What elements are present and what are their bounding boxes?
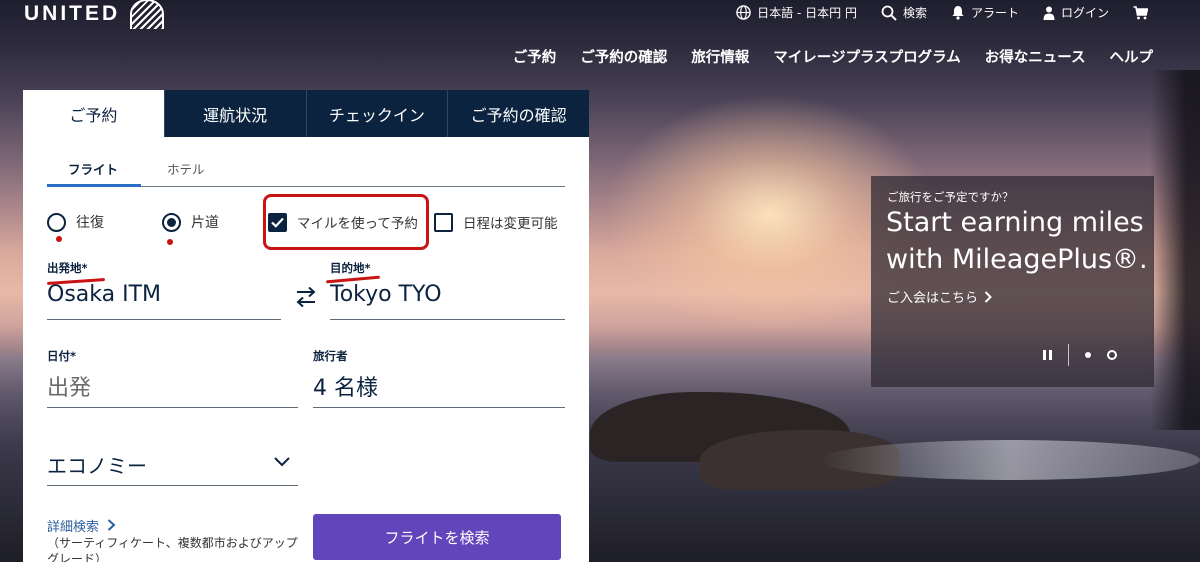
search-flights-button[interactable]: フライトを検索 [313,514,561,560]
language-selector[interactable]: 日本語 - 日本円 円 [736,4,857,21]
chevron-right-icon [984,290,992,303]
promo-headline: Start earning miles with MileagePlus®. [886,207,1148,275]
destination-field[interactable]: 目的地* Tokyo TYO [330,260,565,320]
field-underline [47,407,298,408]
tab-flight-status[interactable]: 運航状況 [163,90,306,137]
cart-link[interactable] [1133,5,1148,20]
booking-subtabs: フライト ホテル [47,152,565,187]
advanced-search-note: （サーティフィケート、複数都市およびアップグレード） [47,536,298,562]
travelers-field[interactable]: 旅行者 4 名様 [313,348,565,408]
cabin-select[interactable]: エコノミー [47,450,298,486]
flexible-dates-checkbox[interactable] [434,212,453,232]
tab-check-in[interactable]: チェックイン [305,90,448,137]
field-underline [330,319,565,320]
subtab-flight[interactable]: フライト [68,159,118,178]
login-link[interactable]: ログイン [1043,4,1109,21]
booking-panel: ご予約 運航状況 チェックイン ご予約の確認 フライト ホテル 往復 片道 マイ… [23,90,589,562]
wave-foam [820,440,1200,480]
swap-airports-button[interactable] [294,286,318,314]
carousel-controls [1043,344,1117,366]
origin-label: 出発地* [47,261,88,275]
field-underline [313,407,565,408]
nav-mileageplus[interactable]: マイレージプラスプログラム [773,46,960,67]
oneway-label: 片道 [191,215,219,231]
nav-travel-info[interactable]: 旅行情報 [691,46,749,67]
alerts-label: アラート [970,6,1019,20]
language-label: 日本語 - 日本円 円 [757,6,857,20]
promo-cta-link[interactable]: ご入会はこちら [887,287,992,306]
nav-book[interactable]: ご予約 [513,46,557,67]
roundtrip-label: 往復 [76,215,104,231]
origin-value[interactable]: Osaka ITM [47,282,281,307]
united-logo[interactable]: UNITED [24,0,165,29]
advanced-search-link[interactable]: 詳細検索 [47,516,116,535]
field-underline [47,319,281,320]
nav-deals[interactable]: お得なニュース [985,46,1086,67]
nav-manage[interactable]: ご予約の確認 [580,46,667,67]
origin-field[interactable]: 出発地* Osaka ITM [47,260,281,320]
roundtrip-option[interactable]: 往復 [47,212,104,232]
promo-eyebrow: ご旅行をご予定ですか？ [887,190,1014,204]
globe-logo-icon [130,0,165,29]
divider [1068,344,1069,366]
pause-icon[interactable] [1043,350,1052,360]
booking-tabs: ご予約 運航状況 チェックイン ご予約の確認 [23,90,589,137]
chevron-right-icon [107,519,116,531]
site-header: UNITED 日本語 - 日本円 円 検索 アラート ログイン ご予約 ご予約の… [0,0,1200,80]
bell-icon [952,6,964,20]
carousel-dot-active[interactable] [1085,352,1091,358]
annotation-dot [167,239,173,245]
destination-label: 目的地* [330,261,371,275]
utility-nav: 日本語 - 日本円 円 検索 アラート ログイン [736,4,1148,21]
main-nav: ご予約 ご予約の確認 旅行情報 マイレージプラスプログラム お得なニュース ヘル… [513,46,1153,67]
search-label: 検索 [902,6,927,20]
cabin-value: エコノミー [47,454,147,478]
travelers-value[interactable]: 4 名様 [313,370,565,402]
active-subtab-indicator [47,184,141,187]
roundtrip-radio[interactable] [47,212,66,232]
advanced-search-label: 詳細検索 [47,520,100,535]
login-label: ログイン [1060,6,1109,20]
flexible-dates-label: 日程は変更可能 [463,216,558,232]
nav-help[interactable]: ヘルプ [1110,46,1154,67]
annotation-dot [56,236,62,242]
promo-card: ご旅行をご予定ですか？ Start earning miles with Mil… [871,176,1154,387]
date-field[interactable]: 日付* 出発 [47,348,298,408]
date-placeholder[interactable]: 出発 [47,370,298,402]
field-underline [47,485,298,486]
destination-value[interactable]: Tokyo TYO [330,282,565,307]
logo-text: UNITED [24,2,121,25]
subtab-hotel[interactable]: ホテル [167,159,205,178]
search-link[interactable]: 検索 [881,4,927,21]
tab-book[interactable]: ご予約 [23,90,164,137]
palm-silhouette [1150,70,1200,430]
flexible-dates-option[interactable]: 日程は変更可能 [434,212,558,232]
travelers-label: 旅行者 [313,349,348,363]
swap-arrows-icon [296,286,316,308]
search-icon [881,5,897,21]
date-label: 日付* [47,349,77,363]
promo-cta-label: ご入会はこちら [887,291,979,306]
oneway-option[interactable]: 片道 [162,212,219,232]
globe-icon [736,5,751,20]
tab-my-trips[interactable]: ご予約の確認 [447,90,589,137]
carousel-dot[interactable] [1107,350,1117,360]
user-icon [1043,6,1055,20]
alerts-link[interactable]: アラート [951,4,1019,21]
oneway-radio[interactable] [162,212,181,232]
cart-icon [1133,5,1148,19]
annotation-highlight-box [263,194,429,250]
chevron-down-icon [274,457,290,467]
